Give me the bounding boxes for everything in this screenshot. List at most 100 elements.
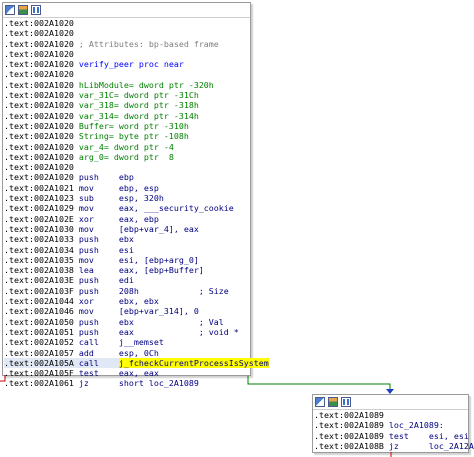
code-line[interactable]: .text:002A1020 push ebp bbox=[4, 172, 250, 182]
line-address: .text:002A1020 bbox=[4, 69, 74, 80]
color-icon[interactable] bbox=[328, 397, 338, 407]
line-address: .text:002A1057 bbox=[4, 347, 74, 358]
code-line[interactable]: .text:002A1052 call j__memset bbox=[4, 337, 250, 347]
line-address: .text:002A103E bbox=[4, 275, 74, 286]
line-address: .text:002A1035 bbox=[4, 254, 74, 265]
code-line[interactable]: .text:002A1020 arg_0= dword ptr 8 bbox=[4, 152, 250, 162]
line-address: .text:002A1020 bbox=[4, 59, 74, 70]
code-block-verify-peer[interactable]: .text:002A1020 .text:002A1020 .text:002A10… bbox=[2, 2, 269, 388]
code-line[interactable]: .text:002A1020 bbox=[4, 18, 250, 28]
code-line[interactable]: .text:002A1020 String= byte ptr -108h bbox=[4, 131, 250, 141]
code-line[interactable]: .text:002A1061 jz short loc_2A1089 bbox=[4, 378, 250, 388]
line-address: .text:002A1089 bbox=[314, 430, 384, 441]
code-line[interactable]: .text:002A1020 var_31C= dword ptr -31Ch bbox=[4, 90, 250, 100]
line-instruction: hLibModule= dword ptr -320h bbox=[73, 79, 214, 90]
code-line[interactable]: .text:002A102E xor eax, ebp bbox=[4, 214, 250, 224]
grid-icon[interactable] bbox=[341, 397, 351, 407]
line-address: .text:002A1023 bbox=[4, 193, 74, 204]
line-instruction: var_318= dword ptr -318h bbox=[73, 100, 199, 111]
line-instruction: xor ebx, ebx bbox=[73, 296, 159, 307]
code-line[interactable]: .text:002A1020 ; Attributes: bp-based fr… bbox=[4, 39, 250, 49]
line-address: .text:002A1020 bbox=[4, 110, 74, 121]
line-instruction: lea eax, [ebp+Buffer] bbox=[73, 265, 204, 276]
graph-view-icon[interactable] bbox=[5, 5, 15, 15]
color-icon[interactable] bbox=[18, 5, 28, 15]
disassembly-listing[interactable]: .text:002A1089 .text:002A1089 loc_2A1089:… bbox=[313, 410, 474, 451]
line-instruction: mov esi, [ebp+arg_0] bbox=[73, 254, 199, 265]
line-address: .text:002A1020 bbox=[4, 162, 74, 173]
disassembly-listing[interactable]: .text:002A1020 .text:002A1020 .text:002A10… bbox=[3, 18, 269, 389]
block-titlebar bbox=[3, 3, 250, 18]
code-line[interactable]: .text:002A1023 sub esp, 320h bbox=[4, 193, 250, 203]
code-line[interactable]: .text:002A1020 bbox=[4, 28, 250, 38]
code-line[interactable]: .text:002A1020 var_314= dword ptr -314h bbox=[4, 111, 250, 121]
line-address: .text:002A1020 bbox=[4, 79, 74, 90]
line-instruction: push ebp bbox=[73, 172, 134, 183]
line-address: .text:002A1021 bbox=[4, 182, 74, 193]
code-line[interactable]: .text:002A1020 bbox=[4, 69, 250, 79]
line-address: .text:002A108B bbox=[314, 440, 384, 451]
code-block-loc-2a1089[interactable]: .text:002A1089 .text:002A1089 loc_2A1089:… bbox=[312, 394, 474, 453]
line-instruction: Buffer= word ptr -310h bbox=[73, 120, 189, 131]
line-address: .text:002A1061 bbox=[4, 378, 74, 389]
code-line[interactable]: .text:002A1089 bbox=[314, 410, 468, 420]
line-address: .text:002A1050 bbox=[4, 316, 74, 327]
line-instruction: jz short loc_2A1089 bbox=[73, 378, 199, 389]
code-line[interactable]: .text:002A105F test eax, eax bbox=[4, 368, 250, 378]
line-address: .text:002A1020 bbox=[4, 18, 74, 28]
line-address: .text:002A1020 bbox=[4, 131, 74, 142]
line-instruction: push ebx ; Val bbox=[73, 316, 224, 327]
code-line[interactable]: .text:002A1089 loc_2A1089: bbox=[314, 420, 468, 430]
code-line[interactable]: .text:002A1057 add esp, 0Ch bbox=[4, 348, 250, 358]
code-line[interactable]: .text:002A1020 Buffer= word ptr -310h bbox=[4, 121, 250, 131]
line-instruction: add esp, 0Ch bbox=[73, 347, 159, 358]
code-line[interactable]: .text:002A1050 push ebx ; Val bbox=[4, 317, 250, 327]
line-instruction: arg_0= dword ptr 8 bbox=[73, 151, 174, 162]
code-line[interactable]: .text:002A1044 xor ebx, ebx bbox=[4, 296, 250, 306]
line-instruction: call bbox=[73, 357, 119, 368]
code-line[interactable]: .text:002A108B jz loc_2A12AD bbox=[314, 440, 474, 451]
line-address: .text:002A1051 bbox=[4, 326, 74, 337]
line-instruction: push edi bbox=[73, 275, 134, 286]
line-address: .text:002A1020 bbox=[4, 90, 74, 101]
code-line[interactable]: .text:002A1020 var_318= dword ptr -318h bbox=[4, 100, 250, 110]
code-line[interactable]: .text:002A103F push 208h ; Size bbox=[4, 286, 250, 296]
line-address: .text:002A1038 bbox=[4, 265, 74, 276]
line-instruction: mov eax, ___security_cookie bbox=[73, 203, 234, 214]
line-address: .text:002A102E bbox=[4, 213, 74, 224]
code-line[interactable]: .text:002A105A call j_fcheckCurrentProce… bbox=[4, 357, 269, 369]
code-line[interactable]: .text:002A1020 bbox=[4, 162, 250, 172]
line-address: .text:002A105A bbox=[4, 357, 74, 368]
line-address: .text:002A1030 bbox=[4, 223, 74, 234]
code-line[interactable]: .text:002A1034 push esi bbox=[4, 245, 250, 255]
grid-icon[interactable] bbox=[31, 5, 41, 15]
line-address: .text:002A1029 bbox=[4, 203, 74, 214]
line-address: .text:002A1033 bbox=[4, 234, 74, 245]
line-instruction: mov [ebp+var_4], eax bbox=[73, 223, 199, 234]
line-instruction: mov ebp, esp bbox=[73, 182, 159, 193]
code-line[interactable]: .text:002A1029 mov eax, ___security_cook… bbox=[4, 203, 250, 213]
code-line[interactable]: .text:002A1030 mov [ebp+var_4], eax bbox=[4, 224, 250, 234]
highlighted-symbol[interactable]: j_fcheckCurrentProcessIsSystem bbox=[118, 357, 269, 368]
code-line[interactable]: .text:002A1021 mov ebp, esp bbox=[4, 183, 250, 193]
code-line[interactable]: .text:002A1035 mov esi, [ebp+arg_0] bbox=[4, 255, 250, 265]
code-line[interactable]: .text:002A1089 test esi, esi bbox=[314, 430, 469, 441]
code-line[interactable]: .text:002A1020 var_4= dword ptr -4 bbox=[4, 142, 250, 152]
block-titlebar bbox=[313, 395, 468, 410]
code-line[interactable]: .text:002A1046 mov [ebp+var_314], 0 bbox=[4, 306, 250, 316]
line-instruction: var_314= dword ptr -314h bbox=[73, 110, 199, 121]
code-line[interactable]: .text:002A1033 push ebx bbox=[4, 234, 250, 244]
line-instruction: ; Attributes: bp-based frame bbox=[73, 38, 219, 49]
line-address: .text:002A1046 bbox=[4, 306, 74, 317]
graph-view-icon[interactable] bbox=[315, 397, 325, 407]
code-line[interactable]: .text:002A1051 push eax ; void * bbox=[4, 327, 250, 337]
code-line[interactable]: .text:002A1020 verify_peer proc near bbox=[4, 59, 250, 69]
code-line[interactable]: .text:002A103E push edi bbox=[4, 275, 250, 285]
line-instruction: sub esp, 320h bbox=[73, 193, 164, 204]
line-address: .text:002A1089 bbox=[314, 410, 384, 420]
code-line[interactable]: .text:002A1020 hLibModule= dword ptr -32… bbox=[4, 80, 250, 90]
line-instruction: call j__memset bbox=[73, 337, 164, 348]
code-line[interactable]: .text:002A1020 bbox=[4, 49, 250, 59]
code-line[interactable]: .text:002A1038 lea eax, [ebp+Buffer] bbox=[4, 265, 250, 275]
line-address: .text:002A1020 bbox=[4, 141, 74, 152]
